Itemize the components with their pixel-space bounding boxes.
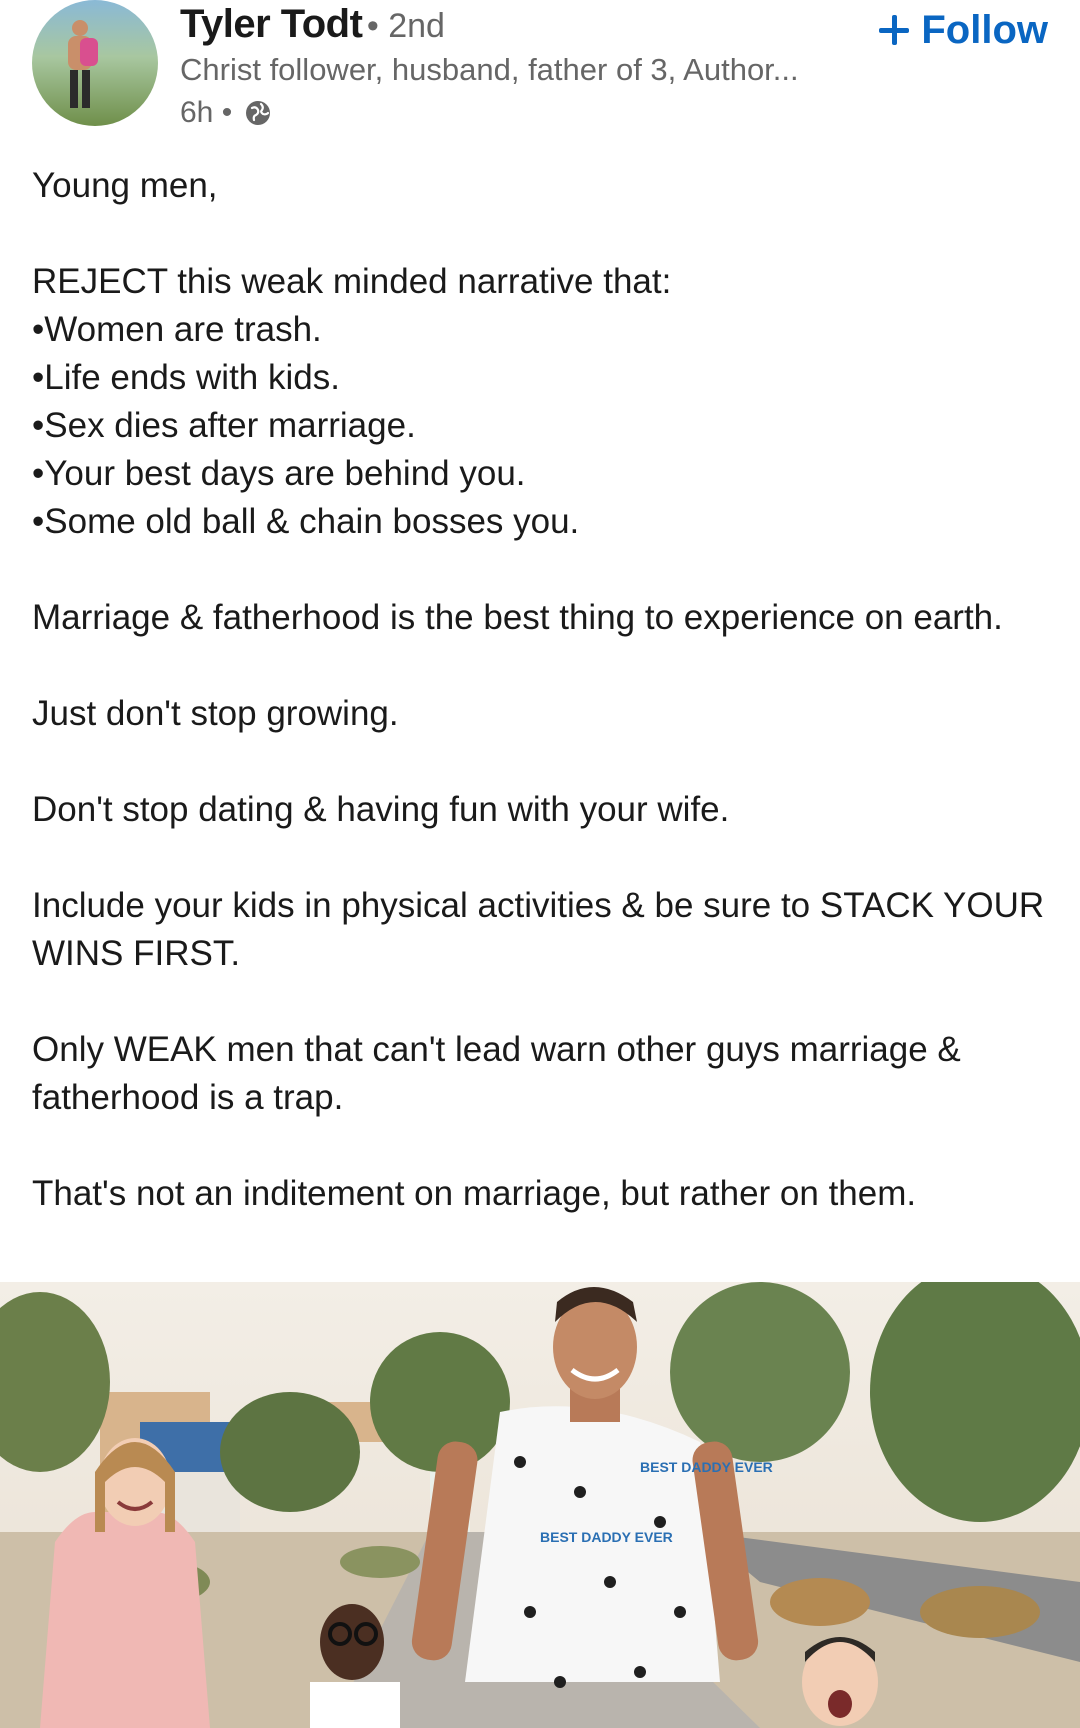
bullet-item: •Sex dies after marriage.	[32, 406, 416, 445]
author-name[interactable]: Tyler Todt	[180, 2, 363, 46]
follow-label: Follow	[921, 7, 1048, 52]
reject-intro: REJECT this weak minded narrative that:	[32, 262, 672, 301]
globe-icon	[246, 101, 271, 125]
shirt-print-text: BEST DADDY EVER	[540, 1529, 673, 1545]
plus-icon	[877, 13, 911, 47]
paragraph: Include your kids in physical activities…	[32, 886, 1045, 973]
post-image[interactable]: BEST DADDY EVER BEST DADDY EVER	[0, 1282, 1080, 1728]
linkedin-post: Tyler Todt • 2nd Christ follower, husban…	[0, 0, 1080, 1728]
post-header: Tyler Todt • 2nd Christ follower, husban…	[0, 0, 1080, 140]
bullet-item: •Life ends with kids.	[32, 358, 340, 397]
paragraph: That's not an inditement on marriage, bu…	[32, 1174, 917, 1213]
greeting: Young men,	[32, 166, 218, 205]
avatar[interactable]	[32, 0, 158, 126]
avatar-photo	[68, 20, 98, 108]
post-text: Young men, REJECT this weak minded narra…	[32, 162, 1048, 1218]
post-meta: 6h •	[180, 96, 272, 130]
author-line: Tyler Todt • 2nd	[180, 2, 445, 47]
connection-degree: • 2nd	[366, 7, 445, 45]
paragraph: Marriage & fatherhood is the best thing …	[32, 598, 1003, 637]
shirt-print-text: BEST DADDY EVER	[640, 1459, 773, 1475]
author-headline: Christ follower, husband, father of 3, A…	[180, 52, 799, 87]
bullet-item: •Women are trash.	[32, 310, 322, 349]
paragraph: Only WEAK men that can't lead warn other…	[32, 1030, 961, 1117]
paragraph: Just don't stop growing.	[32, 694, 399, 733]
follow-button[interactable]: Follow	[877, 4, 1048, 56]
paragraph: Don't stop dating & having fun with your…	[32, 790, 730, 829]
family-photo: BEST DADDY EVER BEST DADDY EVER	[0, 1282, 1080, 1728]
bullet-item: •Your best days are behind you.	[32, 454, 526, 493]
post-time: 6h •	[180, 96, 233, 129]
bullet-item: •Some old ball & chain bosses you.	[32, 502, 580, 541]
child-boy-right	[802, 1637, 878, 1726]
